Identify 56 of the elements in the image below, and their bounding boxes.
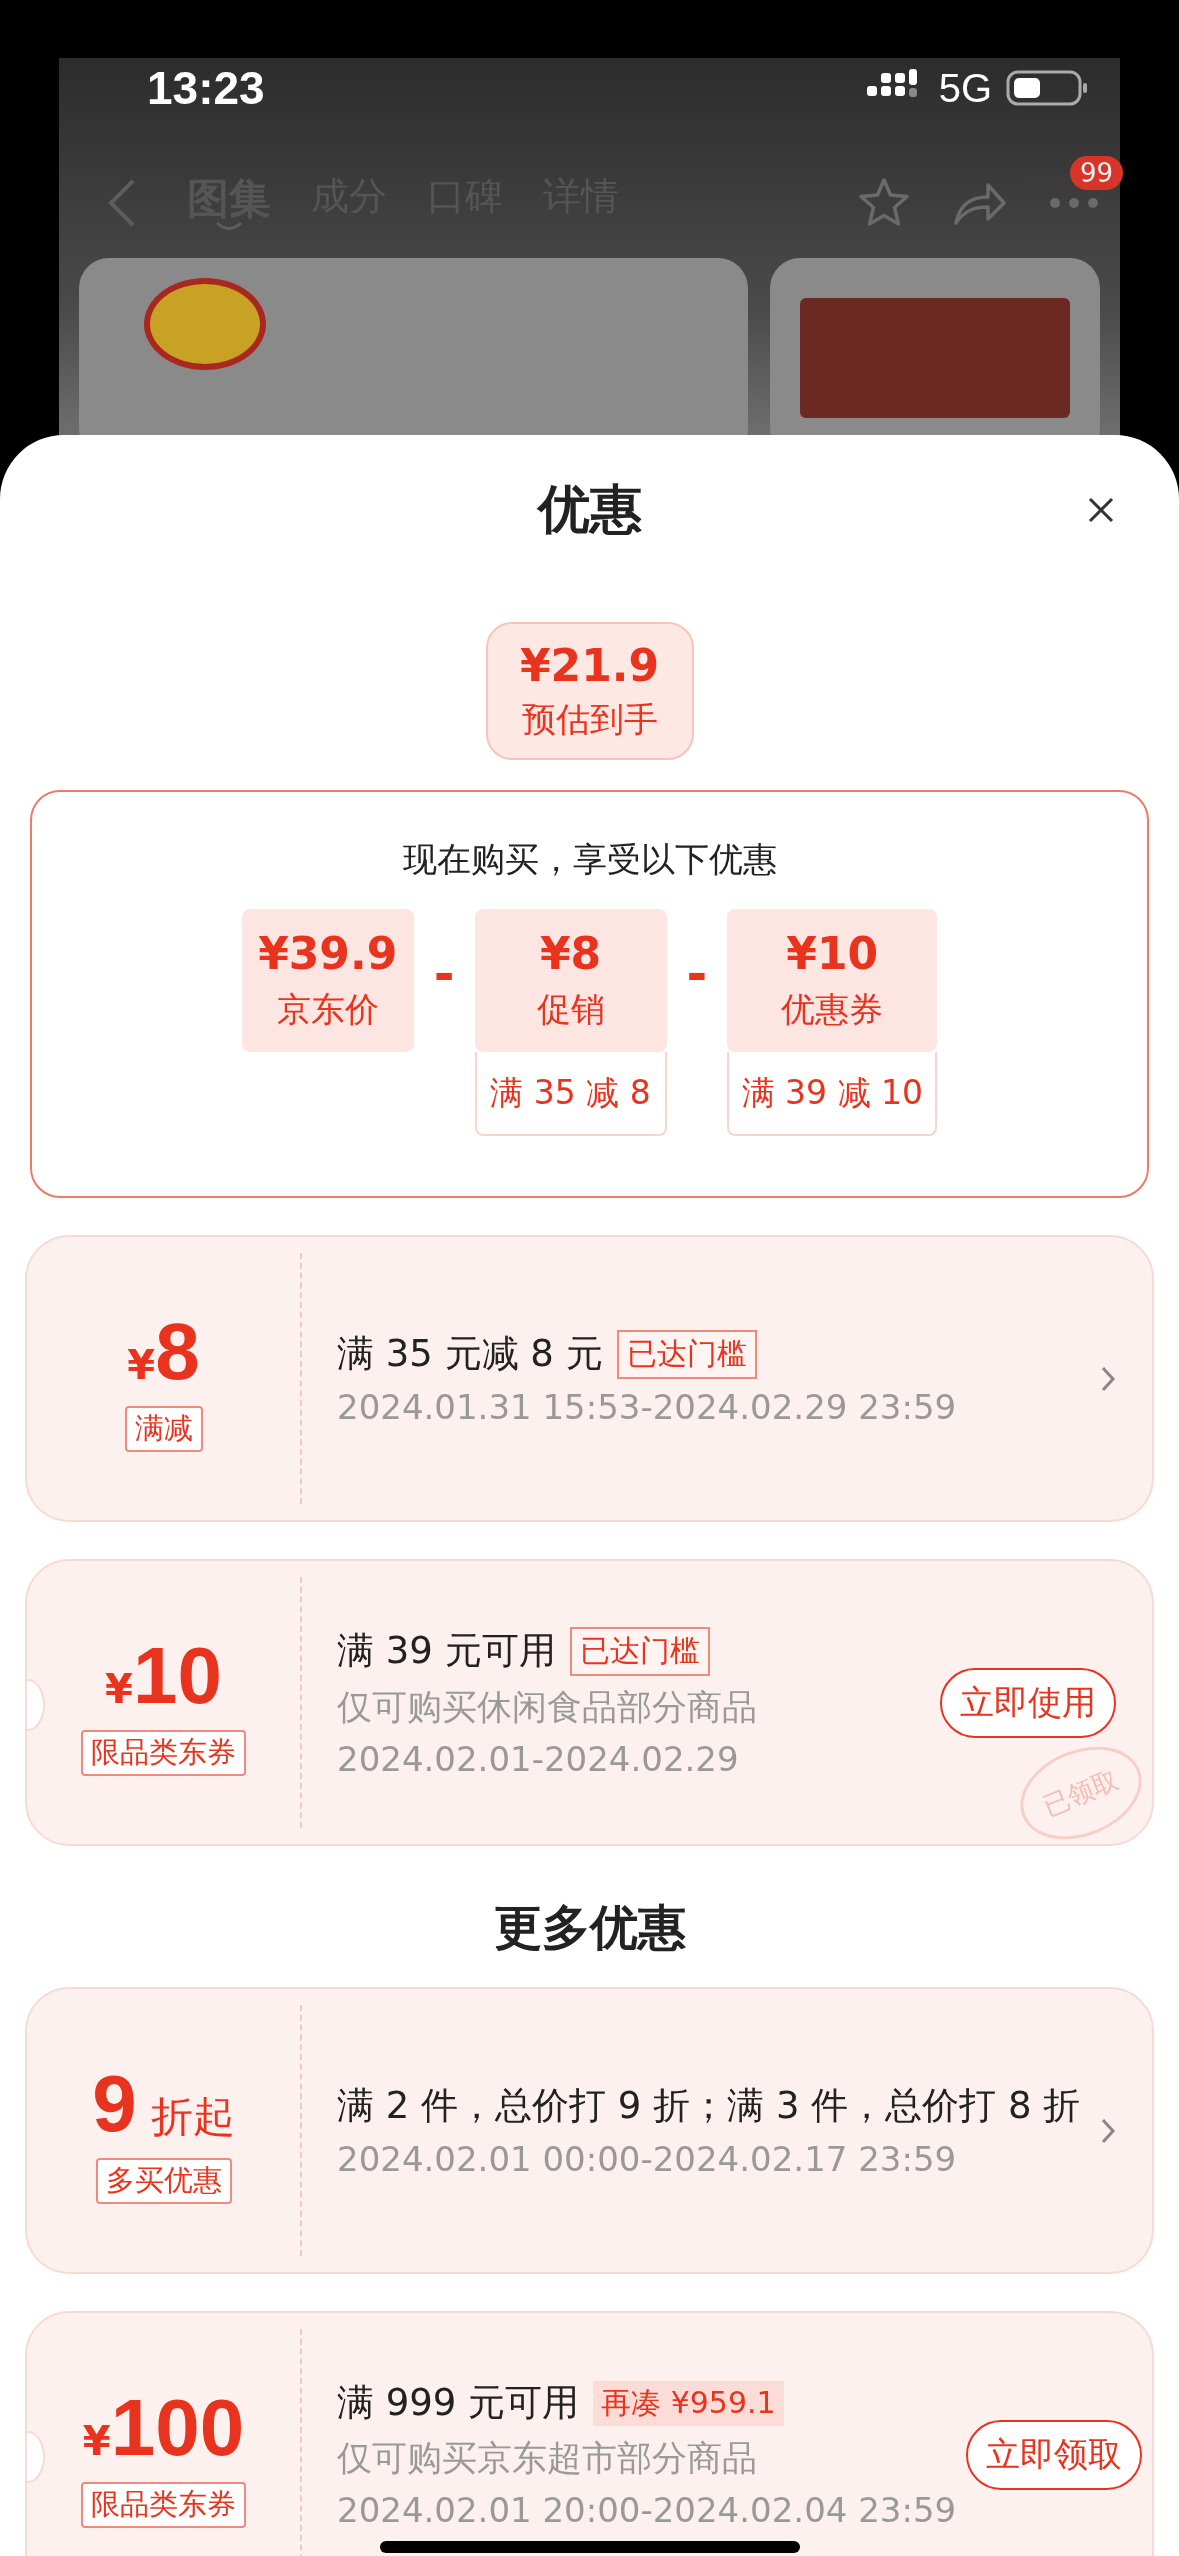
chevron-right-icon[interactable] [1100, 1364, 1116, 1393]
coupon-tag: 限品类东券 [81, 1729, 246, 1776]
condition-text: 满 35 减 8 [490, 1071, 651, 1114]
close-icon[interactable] [1088, 497, 1114, 523]
network-label: 5G [938, 65, 992, 111]
validity-dates: 2024.02.01 20:00-2024.02.04 23:59 [337, 2490, 957, 2531]
coupon-amount: 9 [92, 2057, 137, 2150]
coupon-title: 满 39 元可用 [337, 1627, 556, 1674]
price-amount: ¥39.9 [258, 928, 398, 979]
coupon-tag: 限品类东券 [81, 2481, 246, 2528]
estimate-label: 预估到手 [521, 697, 658, 741]
coupon-scope: 仅可购买休闲食品部分商品 [337, 1685, 758, 1729]
coupon-amount: 100 [110, 2381, 245, 2474]
price-label: 优惠券 [781, 988, 884, 1031]
chevron-down-icon [214, 220, 244, 233]
status-time: 13:23 [147, 61, 265, 115]
threshold-tag: 再凑 ¥959.1 [593, 2380, 784, 2426]
coupon-card[interactable]: ¥8 满减 满 35 元减 8 元 已达门槛 2024.01.31 15:53-2024.02.29 23:59 [25, 1235, 1154, 1522]
minus-sign: - [433, 945, 455, 1003]
back-icon[interactable] [107, 177, 137, 229]
coupon-action-button[interactable]: 立即使用 [940, 1667, 1116, 1738]
more-icon[interactable] [1048, 196, 1100, 210]
coupon-title: 满 35 元减 8 元 [337, 1331, 603, 1378]
price-label: 促销 [536, 988, 605, 1031]
price-label: 京东价 [276, 988, 379, 1031]
validity-dates: 2024.01.31 15:53-2024.02.29 23:59 [337, 1387, 958, 1427]
notification-badge: 99 [1070, 156, 1124, 190]
currency-sign: ¥ [127, 1341, 156, 1388]
threshold-tag: 已达门槛 [616, 1330, 757, 1379]
validity-dates: 2024.02.01-2024.02.29 [337, 1738, 740, 1779]
minus-sign: - [686, 945, 708, 1003]
coupon-tag: 多买优惠 [95, 2157, 232, 2204]
currency-sign: ¥ [82, 2417, 111, 2464]
coupon-action-button[interactable]: 立即领取 [966, 2419, 1143, 2490]
chevron-right-icon[interactable] [1100, 2116, 1116, 2145]
breakdown-heading: 现在购买，享受以下优惠 [401, 838, 778, 881]
coupon-amount: 10 [132, 1629, 222, 1722]
section-heading: 更多优惠 [492, 1898, 687, 1957]
coupon-amount: 8 [155, 1305, 200, 1398]
coupon-title: 满 999 元可用 [337, 2379, 580, 2426]
coupon-tag: 满减 [124, 1405, 203, 1452]
validity-dates: 2024.02.01 00:00-2024.02.17 23:59 [337, 2138, 958, 2179]
battery-icon [1006, 68, 1090, 108]
amount-suffix: 折起 [150, 2090, 235, 2143]
sheet-title: 优惠 [537, 478, 642, 541]
coupon-card[interactable]: ¥10 限品类东券 满 39 元可用 已达门槛 仅可购买休闲食品部分商品 2024.02.01-2024.02.29 立即使用 已领取 [25, 1559, 1154, 1846]
price-amount: ¥8 [539, 928, 602, 979]
coupon-card[interactable]: 9 折起 多买优惠 满 2 件，总价打 9 折；满 3 件，总价打 8 折 2024.02.01 00:00-2024.02.17 23:59 [25, 1987, 1154, 2274]
estimate-price: ¥21.9 [519, 639, 660, 691]
threshold-tag: 已达门槛 [569, 1626, 710, 1676]
price-amount: ¥10 [786, 928, 879, 979]
coupon-title: 满 2 件，总价打 9 折；满 3 件，总价打 8 折 [337, 2083, 1081, 2130]
coupon-scope: 仅可购买京东超市部分商品 [337, 2437, 758, 2481]
currency-sign: ¥ [105, 1665, 133, 1712]
coupon-card[interactable]: ¥100 限品类东券 满 999 元可用 再凑 ¥959.1 仅可购买京东超市部分商品 2024.02.01 20:00-2024.02.04 23:59 立即领取 [25, 2311, 1154, 2556]
condition-text: 满 39 减 10 [741, 1071, 923, 1114]
